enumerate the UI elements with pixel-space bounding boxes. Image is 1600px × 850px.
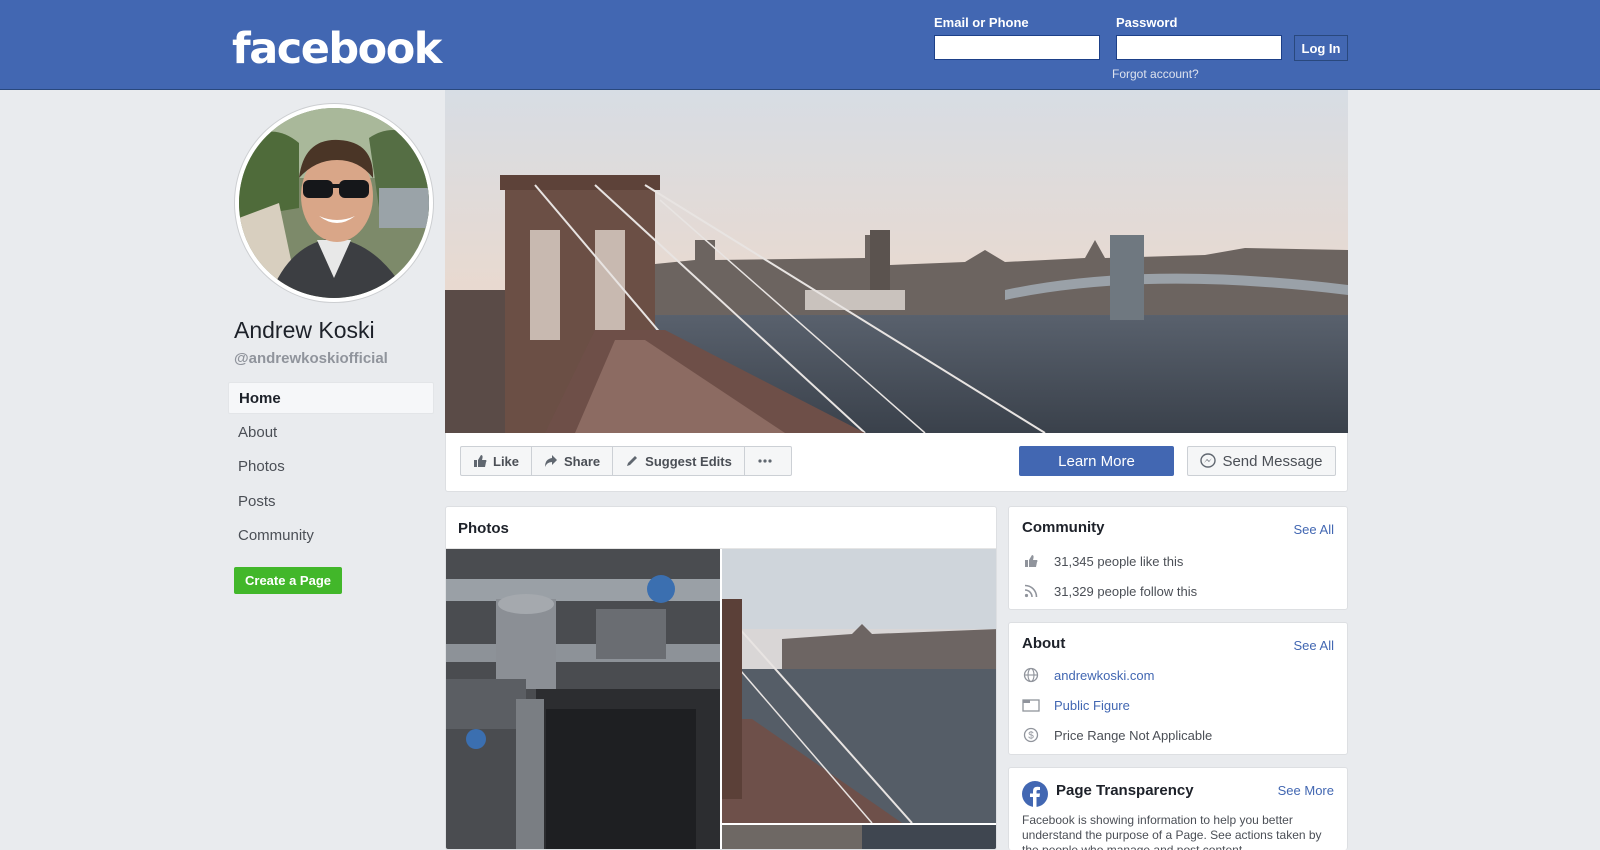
page-username: @andrewkoskiofficial bbox=[234, 350, 388, 367]
share-arrow-icon bbox=[545, 455, 558, 467]
rss-follow-icon bbox=[1024, 584, 1038, 598]
transparency-description: Facebook is showing information to help … bbox=[1022, 813, 1322, 850]
action-button-group: Like Share Suggest Edits bbox=[460, 446, 792, 476]
password-field[interactable] bbox=[1116, 35, 1282, 60]
website-row: andrewkoski.com bbox=[1022, 666, 1154, 684]
ellipsis-icon bbox=[758, 459, 772, 463]
svg-text:$: $ bbox=[1028, 731, 1034, 742]
page-transparency-card: Page Transparency See More Facebook is s… bbox=[1008, 767, 1348, 850]
facebook-logo[interactable]: facebook bbox=[232, 24, 442, 74]
forgot-account-link[interactable]: Forgot account? bbox=[1112, 67, 1199, 81]
top-navigation-bar: facebook Email or Phone Password Log In … bbox=[0, 0, 1600, 90]
nav-item-photos[interactable]: Photos bbox=[228, 451, 434, 483]
more-options-button[interactable] bbox=[745, 447, 791, 475]
follows-row: 31,329 people follow this bbox=[1022, 582, 1197, 600]
about-title: About bbox=[1022, 635, 1066, 652]
share-label: Share bbox=[564, 453, 601, 469]
photo-thumbnail[interactable] bbox=[722, 549, 996, 823]
email-field[interactable] bbox=[934, 35, 1100, 60]
thumbs-up-icon bbox=[1025, 555, 1038, 567]
price-range-row: $ Price Range Not Applicable bbox=[1022, 726, 1212, 744]
login-button[interactable]: Log In bbox=[1294, 35, 1348, 61]
nav-item-about[interactable]: About bbox=[228, 417, 434, 449]
facebook-f-icon bbox=[1022, 781, 1048, 807]
photo-partial-image bbox=[722, 825, 996, 849]
profile-photo-image bbox=[239, 108, 429, 298]
category-link[interactable]: Public Figure bbox=[1054, 698, 1130, 713]
page-navigation: Home About Photos Posts Community bbox=[228, 382, 434, 555]
category-flag-icon bbox=[1022, 699, 1040, 712]
nav-item-community[interactable]: Community bbox=[228, 520, 434, 552]
photo-thumbnail[interactable] bbox=[722, 825, 996, 849]
community-title: Community bbox=[1022, 519, 1105, 536]
page-transparency-title: Page Transparency bbox=[1056, 782, 1194, 799]
community-card: Community See All 31,345 people like thi… bbox=[1008, 506, 1348, 610]
cover-photo[interactable] bbox=[445, 90, 1348, 433]
send-message-label: Send Message bbox=[1222, 452, 1323, 470]
likes-row: 31,345 people like this bbox=[1022, 552, 1183, 570]
about-card: About See All andrewkoski.com Public Fig… bbox=[1008, 622, 1348, 755]
photo-machine-image bbox=[446, 549, 720, 849]
like-label: Like bbox=[493, 453, 520, 469]
password-label: Password bbox=[1116, 15, 1178, 30]
pencil-icon bbox=[627, 456, 638, 466]
about-see-all-link[interactable]: See All bbox=[1294, 638, 1334, 653]
page-title: Andrew Koski bbox=[234, 317, 375, 343]
globe-icon bbox=[1023, 667, 1039, 683]
nav-item-home[interactable]: Home bbox=[228, 382, 434, 414]
profile-picture[interactable] bbox=[235, 104, 433, 302]
suggest-edits-button[interactable]: Suggest Edits bbox=[613, 447, 745, 475]
learn-more-button[interactable]: Learn More bbox=[1019, 446, 1174, 476]
share-button[interactable]: Share bbox=[532, 447, 614, 475]
category-row: Public Figure bbox=[1022, 696, 1130, 714]
nav-item-posts[interactable]: Posts bbox=[228, 486, 434, 518]
follows-count-text: 31,329 people follow this bbox=[1054, 583, 1198, 599]
cover-image-bridge bbox=[445, 90, 1348, 433]
dollar-icon: $ bbox=[1023, 727, 1039, 743]
website-link[interactable]: andrewkoski.com bbox=[1054, 668, 1154, 683]
create-page-button[interactable]: Create a Page bbox=[234, 567, 342, 594]
email-label: Email or Phone bbox=[934, 15, 1029, 30]
send-message-button[interactable]: Send Message bbox=[1187, 446, 1336, 476]
photo-thumbnail[interactable] bbox=[446, 549, 720, 849]
page-action-bar: Like Share Suggest Edits Learn More Send… bbox=[445, 433, 1348, 492]
photos-card: Photos bbox=[445, 506, 997, 850]
community-see-all-link[interactable]: See All bbox=[1294, 522, 1334, 537]
thumbs-up-icon bbox=[474, 455, 487, 467]
likes-count-text: 31,345 people like this bbox=[1054, 553, 1184, 569]
photo-bridge-image bbox=[722, 549, 996, 823]
messenger-icon bbox=[1200, 453, 1217, 468]
photos-card-title[interactable]: Photos bbox=[458, 520, 509, 537]
price-range-text: Price Range Not Applicable bbox=[1054, 727, 1213, 743]
transparency-see-more-link[interactable]: See More bbox=[1278, 783, 1334, 798]
like-button[interactable]: Like bbox=[461, 447, 533, 475]
suggest-edits-label: Suggest Edits bbox=[645, 453, 732, 469]
